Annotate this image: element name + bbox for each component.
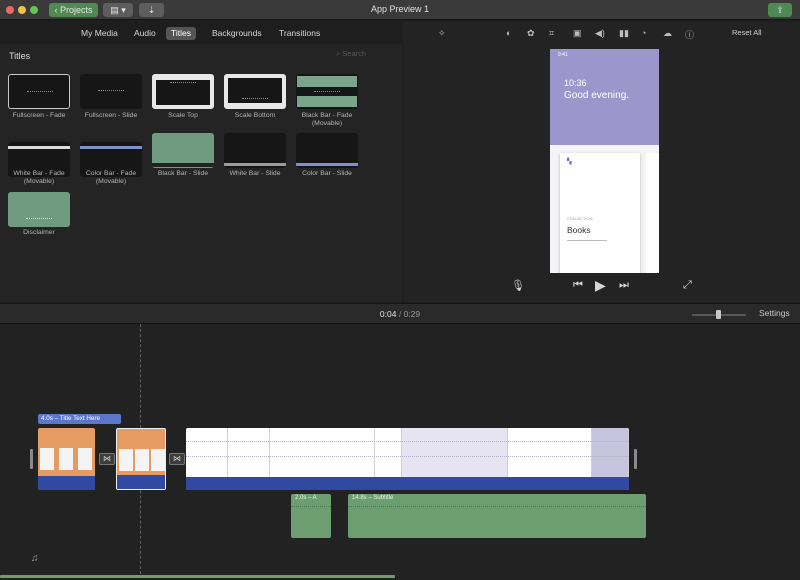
- title-thumb-black-bar-slide[interactable]: [152, 133, 214, 168]
- phone-preview: 9:41 10:36 Good evening. ▚ COLLECTION Bo…: [550, 49, 659, 273]
- play-icon[interactable]: ▶: [595, 277, 606, 294]
- divider: [567, 240, 607, 241]
- window-titlebar: ‹ Projects ▤ ▾ ⇣ App Preview 1 ⇪: [0, 0, 800, 20]
- title-thumb-white-bar-slide[interactable]: [224, 133, 286, 168]
- tab-titles[interactable]: Titles: [166, 27, 196, 40]
- tab-audio[interactable]: Audio: [129, 27, 161, 40]
- right-trim-handle[interactable]: [634, 449, 637, 469]
- title-thumb-fullscreen-slide[interactable]: [80, 74, 142, 109]
- phone-status-time: 9:41: [558, 52, 568, 58]
- color-correction-icon[interactable]: ✿: [527, 28, 535, 39]
- phone-card: ▚ COLLECTION Books: [560, 153, 640, 273]
- title-label: Fullscreen - Fade: [12, 112, 66, 119]
- volume-icon[interactable]: ◀): [595, 28, 605, 39]
- stabilization-icon[interactable]: ▣: [573, 28, 582, 39]
- phone-card-caption: COLLECTION: [567, 216, 593, 221]
- tab-backgrounds[interactable]: Backgrounds: [207, 27, 267, 40]
- audio-clip-label: 14.8s – Subtitle: [352, 495, 394, 501]
- info-icon[interactable]: ⓘ: [685, 28, 694, 41]
- skip-forward-icon[interactable]: ⏭︎: [619, 279, 629, 292]
- title-label: Black Bar - Fade (Movable): [301, 112, 353, 127]
- window-title: App Preview 1: [370, 4, 430, 14]
- phone-next-card: [646, 153, 659, 273]
- title-label: White Bar - Slide: [229, 170, 281, 177]
- tab-my-media[interactable]: My Media: [76, 27, 123, 40]
- title-label: Black Bar - Slide: [157, 170, 209, 177]
- audio-clip-label: 2.0s – A: [295, 495, 317, 501]
- title-label: Scale Bottom: [234, 112, 276, 119]
- viewer: ✧ ◐ ✿ ⌗ ▣ ◀) ▮▮ ◔ ☁ ⓘ Reset All 9:41 10:…: [403, 22, 800, 302]
- titles-browser: Titles ⌕ Search Fullscreen - Fade Fullsc…: [0, 44, 402, 302]
- current-time: 0:04: [379, 309, 397, 319]
- title-thumb-color-bar-slide[interactable]: [296, 133, 358, 168]
- share-button[interactable]: ⇪: [768, 3, 792, 17]
- skip-back-icon[interactable]: ⏮︎: [573, 279, 583, 292]
- timeline: 4.0s – Title Text Here ⋈ ⋈ 2.0s – A 14.8…: [0, 324, 800, 580]
- tab-transitions[interactable]: Transitions: [274, 27, 325, 40]
- color-balance-icon[interactable]: ◐: [506, 28, 511, 38]
- title-label: Disclaimer: [23, 229, 55, 236]
- browser-tabs: My Media Audio Titles Backgrounds Transi…: [0, 22, 402, 44]
- title-clip[interactable]: 4.0s – Title Text Here: [38, 414, 121, 424]
- title-label: White Bar - Fade (Movable): [13, 170, 65, 185]
- audio-clip[interactable]: 2.0s – A: [291, 494, 331, 538]
- music-note-icon: ♫: [31, 553, 39, 564]
- settings-button[interactable]: Settings: [759, 308, 790, 318]
- transition-icon[interactable]: ⋈: [169, 453, 185, 465]
- magic-wand-icon[interactable]: ✧: [438, 28, 446, 39]
- timeline-scrollbar[interactable]: [0, 575, 395, 578]
- video-clip-selected[interactable]: [116, 428, 166, 490]
- browser-heading: Titles: [9, 51, 31, 61]
- title-thumb-disclaimer[interactable]: [8, 192, 70, 227]
- timecode-display: 0:04 / 0:29: [0, 309, 800, 319]
- title-thumb-fullscreen-fade[interactable]: [8, 74, 70, 109]
- equalizer-icon[interactable]: ▮▮: [619, 28, 629, 39]
- video-clip[interactable]: [38, 428, 95, 490]
- total-time: 0:29: [403, 309, 421, 319]
- fullscreen-icon[interactable]: ⤢: [683, 279, 692, 292]
- speed-icon[interactable]: ◔: [641, 28, 646, 38]
- audio-clip[interactable]: 14.8s – Subtitle: [348, 494, 646, 538]
- main-video-clip[interactable]: [186, 428, 629, 490]
- search-field[interactable]: ⌕ Search: [336, 49, 396, 61]
- zoom-slider-knob[interactable]: [716, 310, 721, 319]
- title-label: Scale Top: [168, 112, 198, 119]
- microphone-icon[interactable]: 🎙︎: [511, 279, 525, 292]
- timecode-separator: /: [398, 309, 402, 319]
- title-label: Color Bar - Slide: [302, 170, 352, 177]
- share-icon: ⇪: [776, 5, 784, 15]
- phone-card-title: Books: [567, 225, 591, 235]
- title-label: Fullscreen - Slide: [84, 112, 138, 119]
- title-thumb-black-bar-fade[interactable]: [296, 74, 358, 109]
- title-label: Color Bar - Fade (Movable): [85, 170, 137, 185]
- title-clip-label: 4.0s – Title Text Here: [41, 415, 101, 422]
- crop-icon[interactable]: ⌗: [549, 28, 554, 39]
- noise-reduction-icon[interactable]: ☁: [663, 28, 672, 39]
- timeline-header: 0:04 / 0:29 Settings: [0, 303, 800, 324]
- title-thumb-scale-bottom[interactable]: [224, 74, 286, 109]
- phone-time: 10:36: [564, 78, 587, 88]
- book-icon: ▚: [567, 159, 572, 165]
- title-thumb-scale-top[interactable]: [152, 74, 214, 109]
- left-trim-handle[interactable]: [30, 449, 33, 469]
- transition-icon[interactable]: ⋈: [99, 453, 115, 465]
- phone-greeting: Good evening.: [564, 90, 630, 101]
- reset-all-button[interactable]: Reset All: [732, 28, 762, 37]
